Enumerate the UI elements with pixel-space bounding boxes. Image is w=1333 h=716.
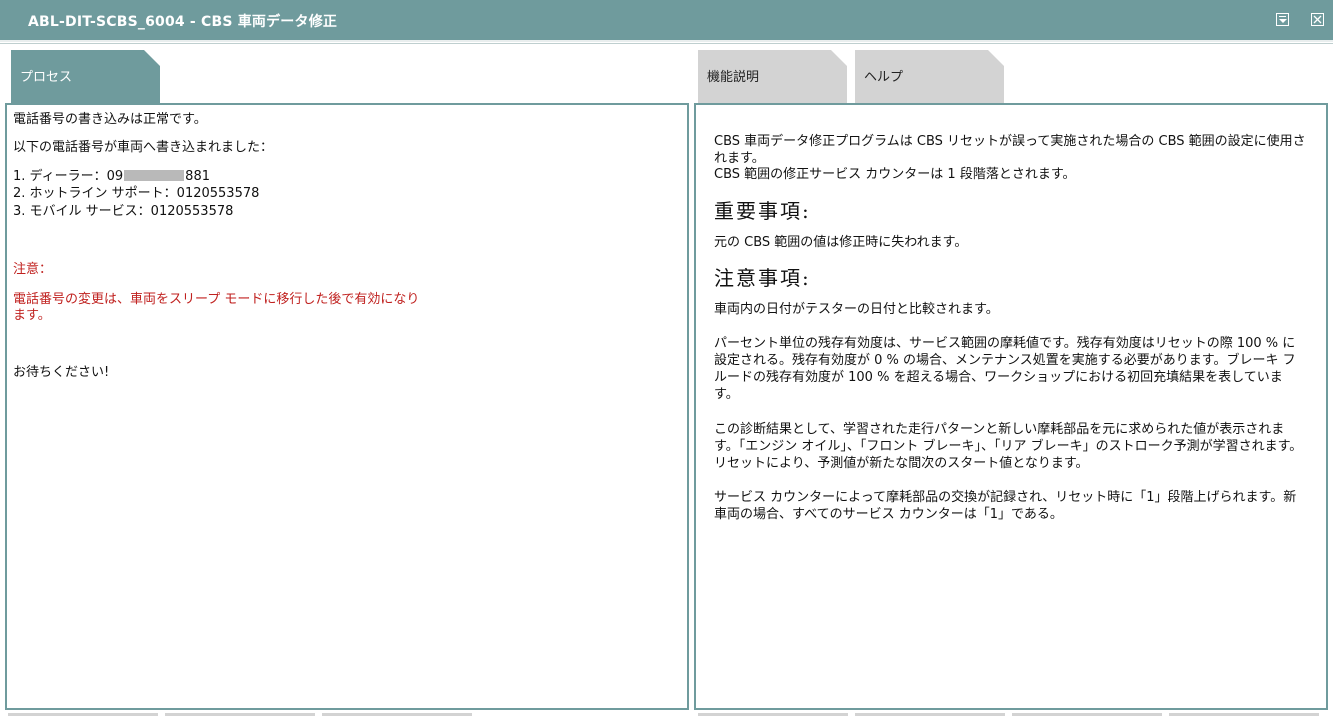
caution-text-3: この診断結果として、学習された走行パターンと新しい摩耗部品を元に求められた値が表…: [714, 422, 1303, 471]
process-panel: 電話番号の書き込みは正常です。 以下の電話番号が車両へ書き込まれました： 1. …: [5, 103, 689, 710]
close-icon[interactable]: [1311, 13, 1324, 26]
phone-mobile: 3. モバイル サービス：0120553578: [13, 204, 234, 219]
caution-text-2: パーセント単位の残存有効度は、サービス範囲の摩耗値です。残存有効度はリセットの際…: [714, 336, 1296, 402]
intro-text-2: CBS 範囲の修正サービス カウンターは 1 段階落とされます。: [714, 167, 1076, 182]
caution-text-4: サービス カウンターによって摩耗部品の交換が記録され、リセット時に「1」段階上げ…: [714, 490, 1297, 522]
tab-process-label: プロセス: [20, 70, 73, 85]
minimize-icon[interactable]: [1276, 13, 1289, 26]
tab-help-label: ヘルプ: [864, 70, 904, 85]
intro-text: CBS 車両データ修正プログラムは CBS リセットが誤って実施された場合の C…: [714, 134, 1306, 166]
description-panel: CBS 車両データ修正プログラムは CBS リセットが誤って実施された場合の C…: [694, 103, 1328, 710]
tab-help[interactable]: ヘルプ: [855, 50, 1004, 103]
written-message: 以下の電話番号が車両へ書き込まれました：: [13, 140, 274, 155]
phone-dealer-prefix: 1. ディーラー：09: [13, 169, 124, 184]
tab-function-label: 機能説明: [707, 70, 760, 85]
phone-dealer-suffix: 881: [185, 169, 210, 184]
frame-line: [0, 43, 1333, 44]
title-bar: ABL-DIT-SCBS_6004 - CBS 車両データ修正: [0, 0, 1333, 40]
title-separator: [0, 40, 1333, 42]
note-title: 注意：: [13, 262, 53, 277]
note-text-line1: 電話番号の変更は、車両をスリープ モードに移行した後で有効になり: [13, 292, 420, 307]
important-heading: 重要事項:: [714, 199, 811, 223]
caution-text-1: 車両内の日付がテスターの日付と比較されます。: [714, 302, 999, 317]
phone-dealer: 1. ディーラー：09 881: [13, 168, 210, 185]
note-text-line2: ます。: [13, 308, 51, 323]
caution-heading: 注意事項:: [714, 266, 811, 290]
window-title: ABL-DIT-SCBS_6004 - CBS 車両データ修正: [28, 14, 338, 30]
tab-function-description[interactable]: 機能説明: [698, 50, 847, 103]
masked-digits: [124, 170, 185, 181]
tab-process[interactable]: プロセス: [11, 50, 160, 103]
phone-hotline: 2. ホットライン サポート：0120553578: [13, 186, 260, 201]
status-message: 電話番号の書き込みは正常です。: [13, 112, 207, 127]
important-text: 元の CBS 範囲の値は修正時に失われます。: [714, 235, 968, 250]
bottom-tab-strip: [0, 711, 1333, 716]
wait-message: お待ちください!: [13, 365, 110, 380]
